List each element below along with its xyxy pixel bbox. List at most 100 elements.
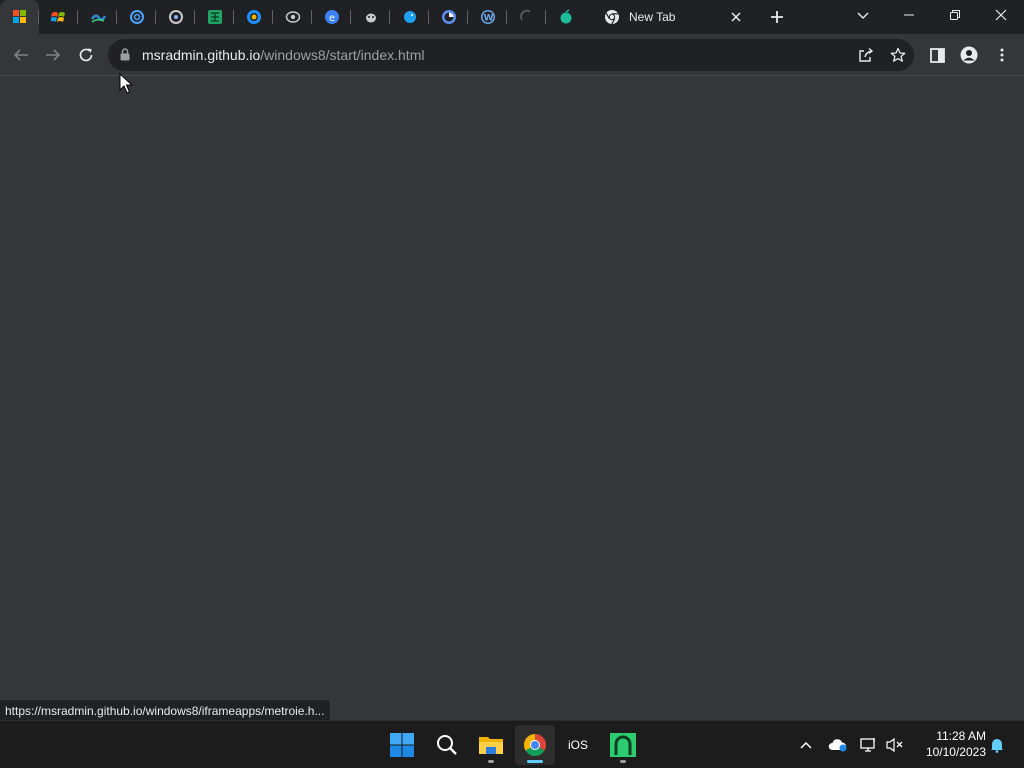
chrome-icon — [524, 734, 546, 756]
disc-app-icon — [168, 10, 183, 24]
teal-app-icon — [560, 9, 571, 24]
clock-date: 10/10/2023 — [925, 745, 986, 759]
pinned-tab-3[interactable] — [78, 0, 117, 34]
restore-button[interactable] — [932, 0, 978, 30]
e-app-icon — [246, 10, 261, 24]
pinned-tab-11[interactable] — [390, 0, 429, 34]
share-button[interactable] — [856, 45, 876, 65]
blue-e-app-icon: e — [324, 10, 339, 24]
plus-icon — [771, 11, 783, 23]
tab-new-tab[interactable]: New Tab — [596, 0, 754, 34]
pinned-tab-5[interactable] — [156, 0, 195, 34]
pinned-tab-windows-xp[interactable] — [39, 0, 78, 34]
bookmark-star-button[interactable] — [888, 45, 908, 65]
window-controls — [886, 0, 1024, 34]
mascot-app-icon — [365, 13, 376, 23]
tilde-app-icon — [90, 14, 106, 23]
share-icon — [859, 47, 874, 62]
windows-logo-icon — [390, 733, 414, 757]
chevron-down-icon — [857, 12, 869, 19]
back-button[interactable] — [8, 42, 34, 68]
forward-button[interactable] — [40, 42, 66, 68]
eye-app-icon — [285, 11, 300, 23]
pinned-tab-12[interactable] — [429, 0, 468, 34]
ios-app-button[interactable]: iOS — [558, 725, 598, 765]
wordpress-app-icon: W — [480, 10, 495, 24]
pinned-tab-15[interactable] — [546, 0, 585, 34]
link-status-bubble: https://msradmin.github.io/windows8/ifra… — [0, 699, 332, 720]
more-vertical-icon — [1000, 48, 1004, 62]
cloud-icon — [828, 739, 847, 752]
close-window-button[interactable] — [978, 0, 1024, 30]
url-host: msradmin.github.io — [142, 47, 261, 63]
close-icon — [995, 9, 1007, 21]
close-icon — [731, 12, 741, 22]
new-tab-button[interactable] — [765, 5, 789, 29]
svg-text:e: e — [329, 13, 335, 24]
browser-window: e W New Tab msradmin.github.io/windows8/… — [0, 0, 1024, 720]
pinned-tab-10[interactable] — [351, 0, 390, 34]
bird-app-icon — [403, 11, 416, 23]
taskbar: iOS 11:28 AM 10/10/2023 — [0, 720, 1024, 768]
tab-strip: e W New Tab — [0, 0, 1024, 34]
side-panel-icon — [929, 47, 945, 63]
running-indicator — [527, 760, 543, 763]
arch-icon — [610, 733, 636, 757]
file-explorer-button[interactable] — [471, 725, 511, 765]
restore-icon — [950, 10, 960, 20]
bell-icon — [991, 739, 1003, 753]
arrow-left-icon — [13, 49, 28, 61]
loading-spinner-icon — [519, 9, 530, 21]
pinned-tabs: e W — [0, 0, 585, 34]
clock-time: 11:28 AM — [936, 729, 986, 743]
pinned-tab-6[interactable] — [195, 0, 234, 34]
start-button[interactable] — [382, 725, 422, 765]
ios-app-label: iOS — [567, 738, 588, 752]
mouse-cursor-icon — [119, 73, 133, 94]
spreadsheet-app-icon — [207, 10, 222, 24]
running-indicator — [620, 760, 626, 763]
show-hidden-icons-button[interactable] — [795, 734, 817, 756]
tab-title: New Tab — [629, 10, 676, 24]
pinned-tab-4[interactable] — [117, 0, 156, 34]
green-app-button[interactable] — [603, 725, 643, 765]
monitor-icon — [860, 738, 875, 752]
url-path: /windows8/start/index.html — [260, 47, 425, 63]
profile-icon — [960, 46, 978, 64]
windows-flag-icon — [12, 10, 26, 23]
pinned-tab-13[interactable]: W — [468, 0, 507, 34]
folder-icon — [479, 737, 503, 754]
windows-xp-flag-icon — [51, 11, 65, 22]
onedrive-button[interactable] — [827, 734, 849, 756]
tab-search-button[interactable] — [852, 5, 874, 27]
network-button[interactable] — [858, 734, 880, 756]
notifications-button[interactable] — [986, 734, 1008, 756]
pinned-tab-8[interactable] — [273, 0, 312, 34]
pinned-tab-windows[interactable] — [0, 0, 39, 34]
system-clock[interactable]: 11:28 AM 10/10/2023 — [914, 728, 986, 760]
speaker-muted-icon — [886, 737, 903, 753]
reload-button[interactable] — [73, 42, 99, 68]
minimize-icon — [904, 14, 914, 16]
pinned-tab-9[interactable]: e — [312, 0, 351, 34]
browser-toolbar: msradmin.github.io/windows8/start/index.… — [0, 34, 1024, 76]
chrome-button[interactable] — [515, 725, 555, 765]
close-tab-button[interactable] — [726, 7, 746, 27]
reload-icon — [79, 48, 93, 62]
star-icon — [890, 47, 906, 62]
profile-button[interactable] — [956, 42, 982, 68]
arrow-right-icon — [46, 49, 61, 61]
search-button[interactable] — [427, 725, 467, 765]
chrome-menu-button[interactable] — [989, 42, 1015, 68]
minimize-button[interactable] — [886, 0, 932, 30]
pinned-tab-7[interactable] — [234, 0, 273, 34]
side-panel-button[interactable] — [924, 42, 950, 68]
address-bar[interactable]: msradmin.github.io/windows8/start/index.… — [108, 39, 914, 71]
chrome-icon — [605, 10, 619, 25]
chevron-up-icon — [800, 741, 812, 749]
running-indicator — [488, 760, 494, 763]
ring-app-icon — [129, 10, 144, 24]
page-content[interactable] — [0, 77, 1024, 720]
pinned-tab-14[interactable] — [507, 0, 546, 34]
volume-button[interactable] — [884, 734, 906, 756]
